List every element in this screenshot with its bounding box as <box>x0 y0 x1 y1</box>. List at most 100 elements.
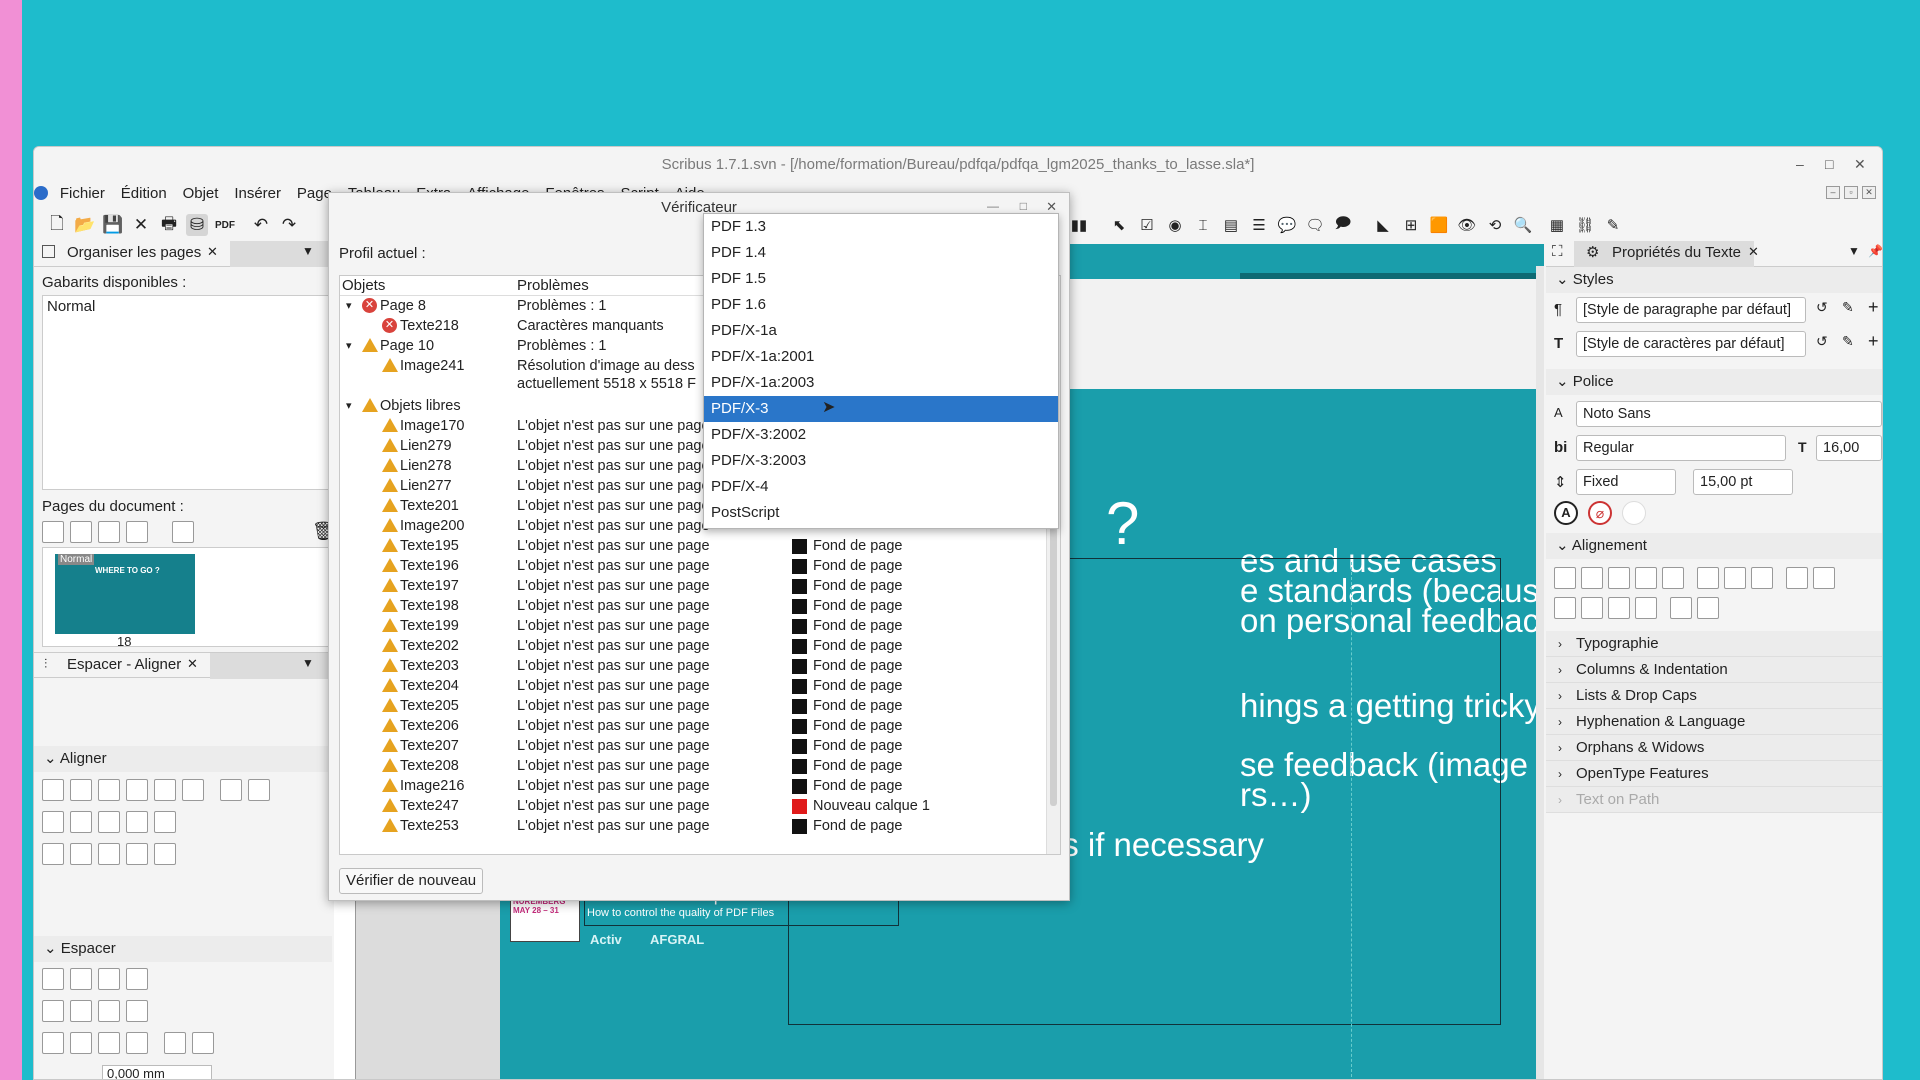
chevron-down-icon[interactable]: ▼ <box>302 244 314 258</box>
font-style-combo[interactable]: Regular <box>1576 435 1786 461</box>
canvas-scrollbar[interactable] <box>1536 266 1544 1079</box>
issue-row[interactable]: Image216 L'objet n'est pas sur une page Fo… <box>340 776 1040 796</box>
pdf-list-icon[interactable]: ☰ <box>1248 214 1270 236</box>
align-left-icon[interactable] <box>42 811 64 833</box>
page-thumbnail[interactable]: Normal WHERE TO GO ? <box>55 554 195 634</box>
collapsed-section[interactable]: › Lists & Drop Caps <box>1546 683 1882 709</box>
issue-row[interactable]: Texte198 L'objet n'est pas sur une page Fo… <box>340 596 1040 616</box>
profile-option[interactable]: PDF 1.6 <box>704 292 1058 318</box>
edit-image-icon[interactable]: ▦ <box>1546 214 1568 236</box>
align-bottom-icon[interactable] <box>98 843 120 865</box>
issue-row[interactable]: Texte206 L'objet n'est pas sur une page Fo… <box>340 716 1040 736</box>
recheck-button[interactable]: Vérifier de nouveau <box>339 868 484 894</box>
no-fill-icon[interactable]: ⌀ <box>1588 501 1612 525</box>
valign-bottom-icon[interactable] <box>1751 567 1773 589</box>
expand-arrow-icon[interactable]: ▾ <box>346 296 352 316</box>
dialog-minimize-icon[interactable]: — <box>987 199 999 213</box>
double-page-icon[interactable] <box>98 521 120 543</box>
menu-fichier[interactable]: Fichier <box>54 183 111 205</box>
paragraph-style-combo[interactable]: [Style de paragraphe par défaut] <box>1576 297 1806 323</box>
font-section[interactable]: ⌄ Police <box>1546 369 1882 395</box>
pdf-combo-icon[interactable]: ▤ <box>1220 214 1242 236</box>
space-btn[interactable] <box>164 1032 186 1054</box>
reset-icon[interactable]: ↺ <box>1816 333 1828 350</box>
align-btn[interactable] <box>248 779 270 801</box>
table-edit-icon[interactable]: ⊞ <box>1400 214 1422 236</box>
rotate-icon[interactable]: ⟲ <box>1484 214 1506 236</box>
pdf-text-annotation-icon[interactable]: 🗩 <box>1332 214 1354 236</box>
save-icon[interactable]: 💾 <box>102 214 124 236</box>
profile-option[interactable]: PDF/X-1a <box>704 318 1058 344</box>
templates-list[interactable]: Normal <box>42 295 332 490</box>
align-middle-icon[interactable] <box>70 843 92 865</box>
export-pdf-icon[interactable]: PDF <box>214 214 236 236</box>
chevron-down-icon[interactable]: ▼ <box>302 656 314 670</box>
space-btn[interactable] <box>98 1032 120 1054</box>
open-icon[interactable]: 📂 <box>74 214 96 236</box>
profile-dropdown-list[interactable]: PDF 1.3 PDF 1.4 PDF 1.5 PDF 1.6 PDF/X-1a PDF/… <box>703 213 1059 529</box>
issue-row[interactable]: Texte253 L'objet n'est pas sur une page Fo… <box>340 816 1040 836</box>
profile-option[interactable]: PDF/X-3 <box>704 396 1058 422</box>
new-document-icon[interactable]: 🗋 <box>46 214 68 236</box>
line-spacing-input[interactable]: 15,00 pt <box>1693 469 1793 495</box>
space-btn[interactable] <box>70 968 92 990</box>
line-spacing-mode-combo[interactable]: Fixed <box>1576 469 1676 495</box>
subscript-icon[interactable] <box>1697 597 1719 619</box>
menu-inserer[interactable]: Insérer <box>228 183 287 205</box>
valign-middle-icon[interactable] <box>1724 567 1746 589</box>
issue-row[interactable]: Texte208 L'objet n'est pas sur une page Fo… <box>340 756 1040 776</box>
align-icon[interactable] <box>154 843 176 865</box>
space-btn[interactable] <box>70 1000 92 1022</box>
chevron-down-icon[interactable]: ▼ <box>1848 244 1860 258</box>
profile-option[interactable]: PDF 1.3 <box>704 214 1058 240</box>
profile-option[interactable]: PDF/X-3:2002 <box>704 422 1058 448</box>
pin-icon[interactable]: 📌 <box>1868 244 1882 258</box>
collapsed-section[interactable]: › Typographie <box>1546 631 1882 657</box>
align-icon[interactable] <box>126 811 148 833</box>
space-btn[interactable] <box>192 1032 214 1054</box>
issue-row[interactable]: Texte247 L'objet n'est pas sur une page No… <box>340 796 1040 816</box>
text-properties-tab[interactable]: Propriétés du Texte <box>1612 244 1741 261</box>
align-icon[interactable] <box>154 811 176 833</box>
collapsed-section[interactable]: › OpenType Features <box>1546 761 1882 787</box>
barcode-icon[interactable]: ▮▮ <box>1068 214 1090 236</box>
justify-icon[interactable] <box>1635 567 1657 589</box>
shadow-icon[interactable] <box>1581 597 1603 619</box>
align-btn[interactable] <box>182 779 204 801</box>
page-layout-icon[interactable] <box>126 521 148 543</box>
color-icon[interactable]: 🟧 <box>1428 214 1450 236</box>
template-item[interactable]: Normal <box>43 296 331 317</box>
profile-option[interactable]: PDF/X-3:2003 <box>704 448 1058 474</box>
dialog-maximize-icon[interactable]: □ <box>1020 199 1027 213</box>
profile-option[interactable]: PDF/X-1a:2003 <box>704 370 1058 396</box>
rtl-icon[interactable] <box>1813 567 1835 589</box>
space-btn[interactable] <box>98 1000 120 1022</box>
reset-icon[interactable]: ↺ <box>1816 299 1828 316</box>
pdf-checkbox-icon[interactable]: ☑ <box>1136 214 1158 236</box>
issue-row[interactable]: Texte205 L'objet n'est pas sur une page Fo… <box>340 696 1040 716</box>
pdf-link-annotation-icon[interactable]: 🗨 <box>1304 214 1326 236</box>
align-btn[interactable] <box>126 779 148 801</box>
space-btn[interactable] <box>70 1032 92 1054</box>
pdf-push-button-icon[interactable]: ⬉ <box>1108 214 1130 236</box>
text-on-path-icon[interactable]: ✎ <box>1602 214 1624 236</box>
align-section[interactable]: ⌄ Aligner <box>34 746 332 772</box>
issue-row[interactable]: Texte195 L'objet n'est pas sur une page Fo… <box>340 536 1040 556</box>
redo-icon[interactable]: ↷ <box>278 214 300 236</box>
mdi-close-icon[interactable]: ✕ <box>1862 186 1876 199</box>
profile-option[interactable]: PDF 1.4 <box>704 240 1058 266</box>
align-btn[interactable] <box>220 779 242 801</box>
align-btn[interactable] <box>70 779 92 801</box>
pdf-annotation-icon[interactable]: 💬 <box>1276 214 1298 236</box>
pdf-text-field-icon[interactable]: ⌶ <box>1192 214 1214 236</box>
close-button[interactable]: ✕ <box>1854 156 1866 173</box>
collapsed-section[interactable]: › Orphans & Widows <box>1546 735 1882 761</box>
space-btn[interactable] <box>98 968 120 990</box>
select-tool-icon[interactable]: ◣ <box>1372 214 1394 236</box>
ltr-icon[interactable] <box>1786 567 1808 589</box>
text-color-icon[interactable]: A <box>1554 501 1578 525</box>
page-single-icon[interactable] <box>172 521 194 543</box>
close-icon[interactable]: ✕ <box>1748 244 1759 260</box>
add-icon[interactable]: + <box>1868 297 1879 318</box>
edit-pencil-icon[interactable]: ✎ <box>1842 299 1854 316</box>
